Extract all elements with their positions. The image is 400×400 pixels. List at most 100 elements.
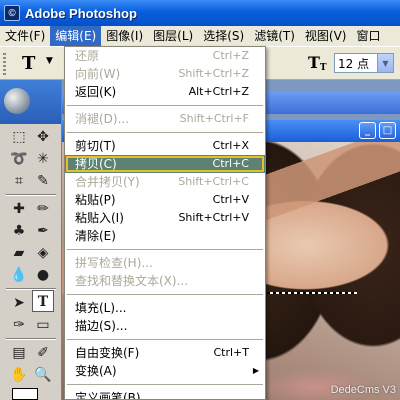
edit-menu-item: 合并拷贝(Y) Shift+Ctrl+C: [65, 173, 265, 191]
edit-menu-item[interactable]: 自由变换(F) Ctrl+T: [65, 344, 265, 362]
menu-item-shortcut: Ctrl+Z: [212, 49, 249, 62]
history-brush-tool-icon[interactable]: ✒: [32, 220, 54, 242]
menu-item-label: 清除(E): [75, 229, 116, 243]
edit-menu-item: 拼写检查(H)...: [65, 254, 265, 272]
paint-bucket-tool-icon[interactable]: ◈: [32, 242, 54, 264]
maximize-button[interactable]: □: [379, 122, 396, 139]
menu-item-label: 消褪(D)...: [75, 112, 130, 126]
edit-menu-item[interactable]: 描边(S)...: [65, 317, 265, 335]
menu-item-label: 剪切(T): [75, 139, 116, 153]
font-size-select[interactable]: 12 点 ▼: [334, 53, 394, 73]
lasso-tool-icon[interactable]: ➰: [8, 148, 30, 170]
toolbox-header[interactable]: [0, 80, 61, 124]
edit-menu-item[interactable]: 返回(K) Alt+Ctrl+Z: [65, 83, 265, 101]
menu-item-label: 合并拷贝(Y): [75, 175, 140, 189]
rectangle-shape-tool-icon[interactable]: ▭: [32, 314, 54, 336]
watermark-text: DedeCms V3: [330, 384, 396, 396]
menu-2[interactable]: 图像(I): [101, 26, 148, 46]
menu-bar: 文件(F) 编辑(E) 图像(I) 图层(L) 选择(S) 滤镜(T) 视图(V) 窗口: [0, 26, 400, 46]
notes-tool-icon[interactable]: ▤: [8, 342, 30, 364]
edit-menu-item[interactable]: 填充(L)...: [65, 299, 265, 317]
edit-menu-item[interactable]: 变换(A) ▶: [65, 362, 265, 380]
toolbox-panel: ⬚ ✥ ➰ ✳ ⌗ ✎ ✚ ✏ ♣ ✒ ▰ ◈ 💧 ● ➤ T ✑ ▭ ▤ ✐ …: [0, 80, 62, 400]
menu-separator: [65, 245, 265, 254]
menu-item-label: 查找和替换文本(X)...: [75, 274, 189, 288]
magic-wand-tool-icon[interactable]: ✳: [32, 148, 54, 170]
menu-item-label: 自由变换(F): [75, 346, 140, 360]
edit-menu-item: 查找和替换文本(X)...: [65, 272, 265, 290]
edit-menu-item[interactable]: 拷贝(C) Ctrl+C: [65, 155, 265, 173]
blur-tool-icon[interactable]: 💧: [8, 264, 30, 286]
menu-item-label: 粘贴入(I): [75, 211, 124, 225]
edit-menu-item: 还原 Ctrl+Z: [65, 47, 265, 65]
foreground-color-swatch[interactable]: [12, 388, 38, 400]
edit-menu-item[interactable]: 粘贴(P) Ctrl+V: [65, 191, 265, 209]
chevron-down-icon[interactable]: ▼: [377, 54, 393, 72]
edit-menu-item[interactable]: 粘贴入(I) Shift+Ctrl+V: [65, 209, 265, 227]
edit-menu-item: 消褪(D)... Shift+Ctrl+F: [65, 110, 265, 128]
healing-brush-tool-icon[interactable]: ✚: [8, 198, 30, 220]
edit-menu-item[interactable]: 定义画笔(B)...: [65, 389, 265, 399]
edit-menu-dropdown: 还原 Ctrl+Z 向前(W) Shift+Ctrl+Z 返回(K) Alt+Ctrl+Z…: [64, 46, 266, 400]
menu-7[interactable]: 窗口: [351, 26, 385, 46]
toolbar-grip-handle[interactable]: [3, 53, 6, 75]
menu-6[interactable]: 视图(V): [300, 26, 352, 46]
toolbox-divider: [6, 194, 56, 196]
clone-stamp-tool-icon[interactable]: ♣: [8, 220, 30, 242]
photoshop-app-icon: ©: [4, 5, 20, 21]
edit-menu-item: 向前(W) Shift+Ctrl+Z: [65, 65, 265, 83]
type-tool-preset-icon[interactable]: T: [22, 53, 35, 74]
zoom-tool-icon[interactable]: 🔍: [32, 364, 54, 386]
menu-item-shortcut: Shift+Ctrl+C: [178, 175, 249, 188]
submenu-arrow-icon: ▶: [252, 366, 259, 375]
rectangular-marquee-tool-icon[interactable]: ⬚: [8, 126, 30, 148]
menu-item-shortcut: Ctrl+V: [212, 193, 249, 206]
font-size-value: 12 点: [338, 56, 370, 71]
menu-5[interactable]: 滤镜(T): [249, 26, 300, 46]
menu-item-shortcut: Ctrl+X: [212, 139, 249, 152]
slice-tool-icon[interactable]: ✎: [32, 170, 54, 192]
menu-item-shortcut: Shift+Ctrl+V: [178, 211, 249, 224]
menu-item-label: 粘贴(P): [75, 193, 116, 207]
menu-separator: [65, 380, 265, 389]
menu-3[interactable]: 图层(L): [148, 26, 198, 46]
title-bar[interactable]: © Adobe Photoshop: [0, 0, 400, 26]
hand-tool-icon[interactable]: ✋: [8, 364, 30, 386]
window-title: Adobe Photoshop: [25, 5, 137, 21]
menu-item-shortcut: Alt+Ctrl+Z: [188, 85, 249, 98]
menu-separator: [65, 290, 265, 299]
menu-separator: [65, 128, 265, 137]
dodge-tool-icon[interactable]: ●: [32, 264, 54, 286]
text-orientation-glyph: T: [308, 53, 320, 72]
selection-marquee: [267, 292, 357, 294]
menu-0[interactable]: 文件(F): [0, 26, 50, 46]
menu-item-shortcut: Ctrl+C: [212, 157, 249, 170]
minimize-button[interactable]: _: [359, 122, 376, 139]
menu-4[interactable]: 选择(S): [198, 26, 249, 46]
crop-tool-icon[interactable]: ⌗: [8, 170, 30, 192]
move-tool-icon[interactable]: ✥: [32, 126, 54, 148]
menu-item-label: 返回(K): [75, 85, 117, 99]
menu-item-shortcut: Shift+Ctrl+Z: [178, 67, 249, 80]
menu-item-label: 拼写检查(H)...: [75, 256, 153, 270]
menu-item-shortcut: Shift+Ctrl+F: [179, 112, 249, 125]
menu-1[interactable]: 编辑(E): [50, 26, 102, 46]
pen-tool-icon[interactable]: ✑: [8, 314, 30, 336]
menu-item-label: 填充(L)...: [75, 301, 127, 315]
menu-item-label: 变换(A): [75, 364, 117, 378]
menu-item-label: 拷贝(C): [75, 157, 117, 171]
tool-preset-dropdown-arrow-icon[interactable]: ▼: [46, 56, 53, 66]
type-tool-icon[interactable]: T: [32, 290, 54, 312]
toolbox-divider: [6, 338, 56, 340]
photoshop-feather-icon[interactable]: [4, 88, 30, 114]
brush-tool-icon[interactable]: ✏: [32, 198, 54, 220]
menu-item-label: 描边(S)...: [75, 319, 128, 333]
edit-menu-item[interactable]: 剪切(T) Ctrl+X: [65, 137, 265, 155]
eyedropper-tool-icon[interactable]: ✐: [32, 342, 54, 364]
text-orientation-icon[interactable]: TT: [308, 53, 327, 73]
menu-separator: [65, 335, 265, 344]
menu-separator: [65, 101, 265, 110]
eraser-tool-icon[interactable]: ▰: [8, 242, 30, 264]
path-selection-tool-icon[interactable]: ➤: [8, 292, 30, 314]
edit-menu-item[interactable]: 清除(E): [65, 227, 265, 245]
